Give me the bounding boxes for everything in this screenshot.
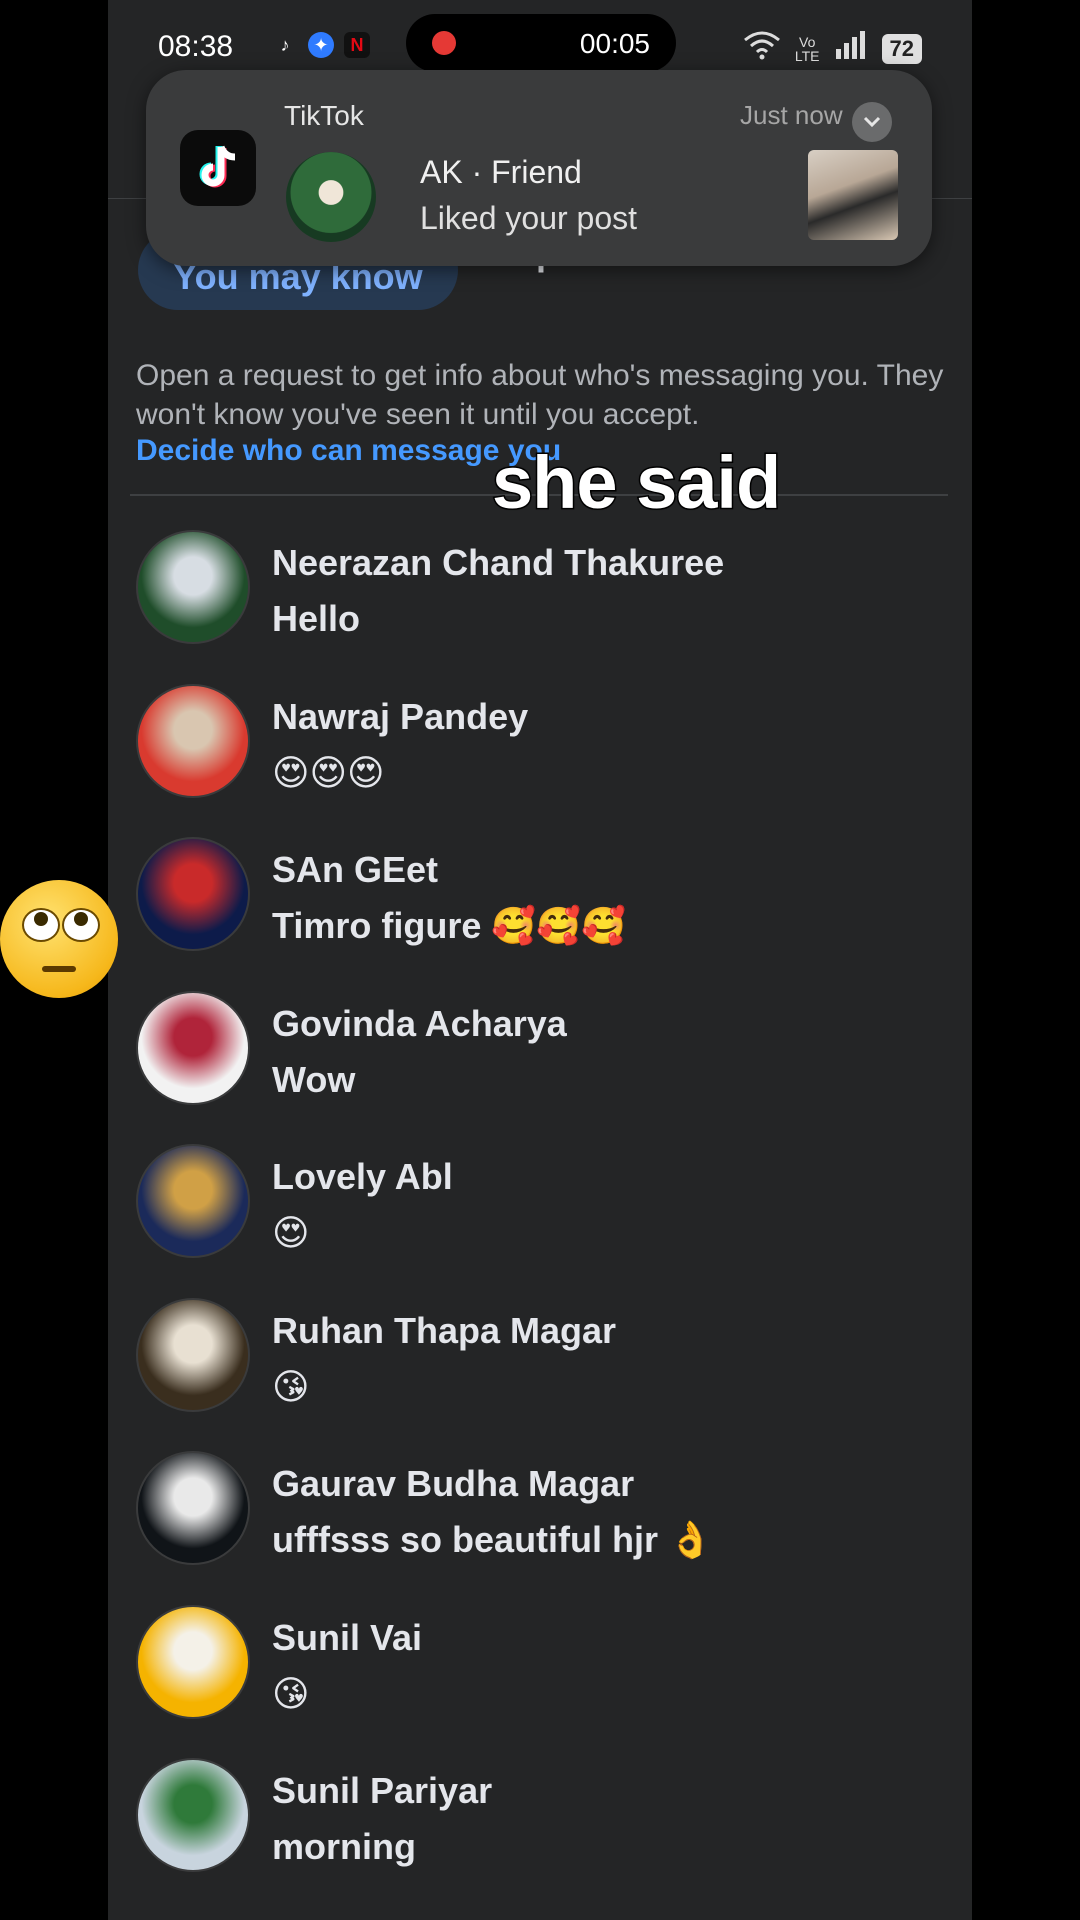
notification-timestamp: Just now xyxy=(740,100,843,130)
video-caption: she said xyxy=(490,440,782,526)
request-name: SAn GEet xyxy=(272,849,439,890)
notification-app-name: TikTok xyxy=(284,100,364,131)
avatar[interactable] xyxy=(136,683,250,798)
request-name: Ruhan Thapa Magar xyxy=(272,1309,617,1351)
eye-right xyxy=(62,908,100,942)
wifi-icon xyxy=(743,30,781,67)
avatar[interactable] xyxy=(136,990,250,1105)
volte-icon: Vo LTE xyxy=(794,33,820,64)
request-name: Gaurav Budha Magar xyxy=(272,1463,635,1504)
request-row[interactable]: Govinda Acharya Wow xyxy=(108,990,972,1131)
status-app-icons: ♪ ✦ N xyxy=(272,32,370,58)
netflix-icon: N xyxy=(344,32,370,58)
post-thumbnail xyxy=(808,150,898,240)
request-name: Sunil Pariyar xyxy=(272,1770,493,1811)
request-message: Wow xyxy=(272,1058,356,1100)
system-icons: Vo LTE 72 xyxy=(743,30,922,67)
request-name: Neerazan Chand Thakuree xyxy=(272,542,725,583)
status-time: 08:38 xyxy=(158,30,234,63)
request-row[interactable]: Sunil Pariyar morning xyxy=(108,1758,972,1898)
chevron-down-icon[interactable] xyxy=(852,102,892,142)
phone-screen: 08:38 ♪ ✦ N 00:05 Vo LTE 72 You may know … xyxy=(108,0,972,1920)
request-message: 😍 xyxy=(272,1212,310,1253)
eye-left xyxy=(22,908,60,942)
messenger-icon: ✦ xyxy=(308,32,334,58)
avatar[interactable] xyxy=(136,1758,250,1872)
requests-info-text: Open a request to get info about who's m… xyxy=(136,359,944,431)
request-row[interactable]: Lovely Abl 😍 xyxy=(108,1144,972,1284)
signal-icon xyxy=(834,31,868,66)
tiktok-icon: ♪ xyxy=(280,35,290,55)
avatar[interactable] xyxy=(136,1604,250,1719)
screen-recording-pill[interactable]: 00:05 xyxy=(406,14,676,72)
request-row[interactable]: SAn GEet Timro figure 🥰🥰🥰 xyxy=(108,837,972,977)
tiktok-logo-icon xyxy=(180,130,256,206)
avatar[interactable] xyxy=(136,1144,250,1258)
avatar[interactable] xyxy=(136,1451,250,1565)
recording-timer: 00:05 xyxy=(579,28,650,59)
request-row[interactable]: Neerazan Chand Thakuree Hello xyxy=(108,530,972,670)
request-message: 😘 xyxy=(272,1365,310,1407)
battery-indicator: 72 xyxy=(881,33,922,64)
request-message: 😍😍😍 xyxy=(272,751,385,793)
avatar[interactable] xyxy=(136,1297,250,1412)
avatar[interactable] xyxy=(136,837,250,951)
request-message: Timro figure 🥰🥰🥰 xyxy=(272,905,626,946)
request-name: Nawraj Pandey xyxy=(272,695,529,737)
request-message: morning xyxy=(272,1826,416,1867)
request-message: Hello xyxy=(272,598,361,639)
request-row[interactable]: Ruhan Thapa Magar 😘 xyxy=(108,1297,972,1438)
notification-body: Liked your post xyxy=(420,200,638,236)
request-row[interactable]: Gaurav Budha Magar ufffsss so beautiful h… xyxy=(108,1451,972,1591)
recording-dot-icon xyxy=(432,31,456,55)
emoji-mouth xyxy=(42,966,76,972)
tiktok-notification[interactable]: TikTok Just now AK · Friend Liked your p… xyxy=(146,70,932,266)
request-message: 😘 xyxy=(272,1672,310,1714)
request-name: Sunil Vai xyxy=(272,1616,423,1658)
avatar[interactable] xyxy=(136,530,250,644)
request-name: Lovely Abl xyxy=(272,1156,453,1197)
notification-avatar xyxy=(286,152,376,242)
request-message: ufffsss so beautiful hjr 👌 xyxy=(272,1519,713,1560)
request-name: Govinda Acharya xyxy=(272,1002,567,1044)
eye-roll-emoji-sticker xyxy=(0,880,118,998)
notification-title: AK · Friend xyxy=(420,154,582,190)
request-row[interactable]: Sunil Vai 😘 xyxy=(108,1604,972,1745)
request-row[interactable]: Nawraj Pandey 😍😍😍 xyxy=(108,683,972,824)
